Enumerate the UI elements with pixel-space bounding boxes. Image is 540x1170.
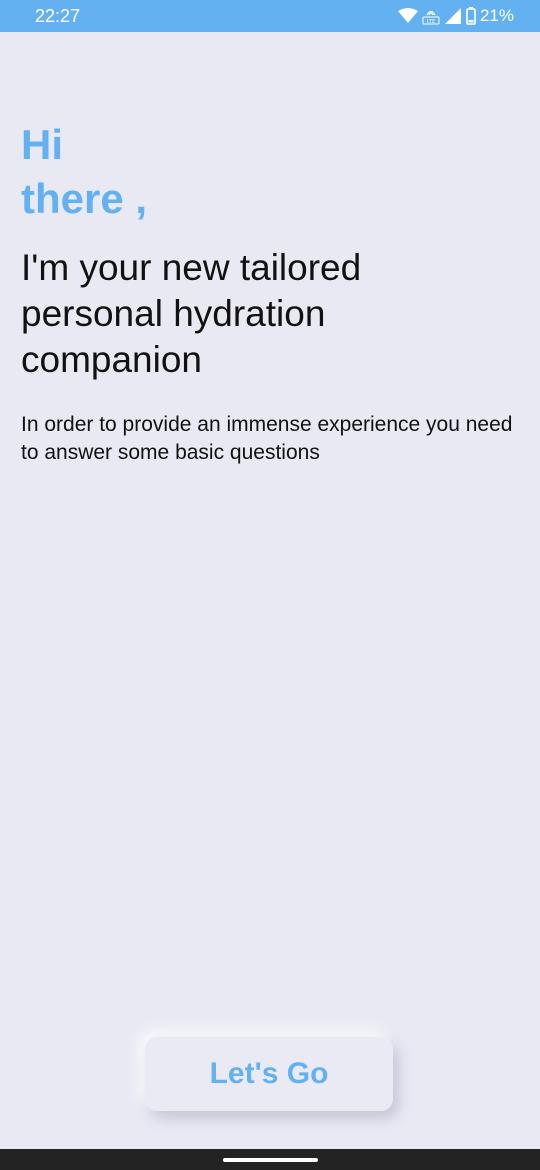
description-text: In order to provide an immense experienc… [21,413,513,464]
greeting-line-1: Hi [21,121,63,168]
home-indicator[interactable] [223,1158,318,1162]
status-icons: LTE 21% [397,4,514,28]
wifi-icon [397,8,418,24]
lets-go-button[interactable]: Let's Go [145,1037,393,1111]
battery-percent: 21% [479,6,514,25]
headline-text: I'm your new tailored personal hydration… [21,247,362,380]
greeting-line-2: there , [21,175,148,222]
svg-text:LTE: LTE [427,19,435,25]
status-bar: 22:27 LTE 21% [0,0,540,32]
battery-icon [466,7,476,25]
system-nav-bar [0,1149,540,1170]
greeting-title: Hi there , [21,118,147,226]
signal-icon [444,7,462,25]
volte-icon: LTE [422,7,440,25]
status-time: 22:27 [35,6,81,26]
